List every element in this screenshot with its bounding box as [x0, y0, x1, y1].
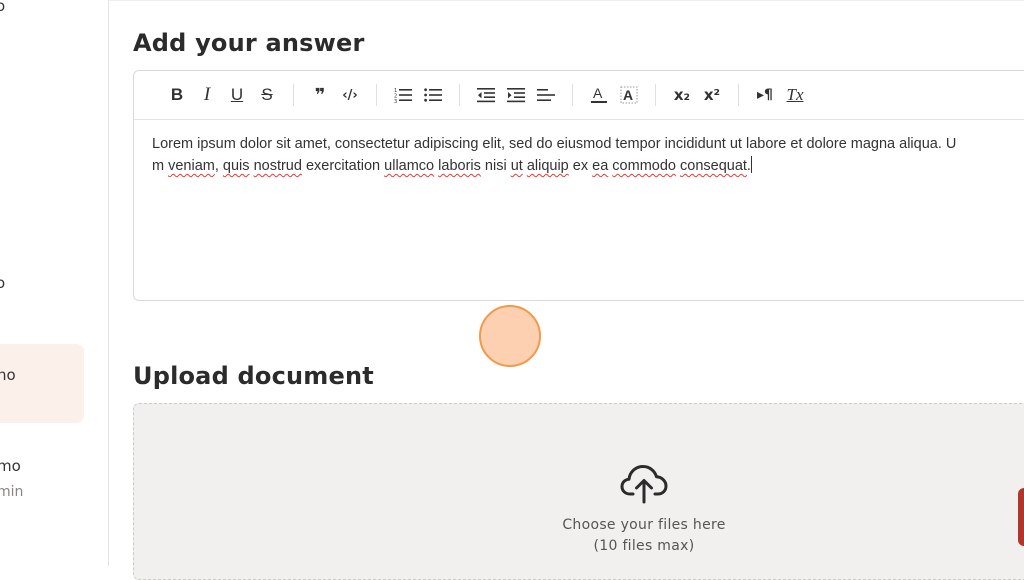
outdent-button[interactable] [471, 80, 501, 110]
bullet-list-icon [424, 88, 442, 102]
sidebar-item-label[interactable]: o [0, 0, 5, 15]
toolbar-divider [738, 84, 739, 106]
rich-text-editor[interactable]: B I U S ❞ ‹/› 123 A A x₂ x² ▸¶ Tx Lorem … [133, 70, 1024, 301]
align-left-icon [537, 89, 555, 101]
highlight-icon: A [620, 86, 638, 104]
bold-button[interactable]: B [162, 80, 192, 110]
sidebar-item-label[interactable]: o [0, 274, 5, 292]
editor-text-area[interactable]: Lorem ipsum dolor sit amet, consectetur … [152, 133, 1024, 177]
toolbar-divider [655, 84, 656, 106]
toolbar-divider [572, 84, 573, 106]
align-button[interactable] [531, 80, 561, 110]
indent-icon [507, 88, 525, 103]
ordered-list-icon: 123 [394, 88, 412, 103]
toolbar-divider [459, 84, 460, 106]
superscript-button[interactable]: x² [697, 80, 727, 110]
text-direction-button[interactable]: ▸¶ [750, 80, 780, 110]
divider [109, 0, 1024, 1]
sidebar-item-label[interactable]: mo [0, 457, 21, 475]
toolbar-divider [293, 84, 294, 106]
cloud-upload-icon [620, 465, 668, 504]
editor-toolbar: B I U S ❞ ‹/› 123 A A x₂ x² ▸¶ Tx [134, 71, 1024, 120]
subscript-button[interactable]: x₂ [667, 80, 697, 110]
upload-title: Upload document [133, 362, 374, 390]
text-caret [750, 156, 752, 173]
sidebar: o o no mo min [0, 0, 109, 566]
upload-limit: (10 files max) [593, 538, 695, 554]
bullet-list-button[interactable] [418, 80, 448, 110]
code-block-button[interactable]: ‹/› [335, 80, 365, 110]
side-tab[interactable] [1018, 488, 1024, 546]
text-color-button[interactable]: A [584, 80, 614, 110]
blockquote-button[interactable]: ❞ [305, 80, 335, 110]
italic-button[interactable]: I [192, 80, 222, 110]
underline-button[interactable]: U [222, 80, 252, 110]
text-color-icon: A [591, 86, 607, 103]
answer-title: Add your answer [133, 29, 365, 57]
sidebar-item-sub: min [0, 484, 24, 500]
main-content: Add your answer B I U S ❞ ‹/› 123 A A x₂… [109, 0, 1024, 580]
clear-format-button[interactable]: Tx [780, 80, 810, 110]
editor-line: m veniam, quis nostrud exercitation ulla… [152, 156, 752, 174]
indent-button[interactable] [501, 80, 531, 110]
outdent-icon [477, 88, 495, 103]
upload-hint: Choose your files here [562, 517, 726, 533]
pointer-highlight [479, 305, 541, 367]
editor-line: Lorem ipsum dolor sit amet, consectetur … [152, 136, 957, 152]
ordered-list-button[interactable]: 123 [388, 80, 418, 110]
svg-text:A: A [593, 86, 603, 101]
file-dropzone[interactable]: Choose your files here (10 files max) [133, 403, 1024, 580]
svg-text:A: A [623, 87, 633, 103]
strikethrough-button[interactable]: S [252, 80, 282, 110]
sidebar-item-label[interactable]: no [0, 366, 16, 384]
svg-text:3: 3 [394, 99, 397, 103]
highlight-button[interactable]: A [614, 80, 644, 110]
toolbar-divider [376, 84, 377, 106]
